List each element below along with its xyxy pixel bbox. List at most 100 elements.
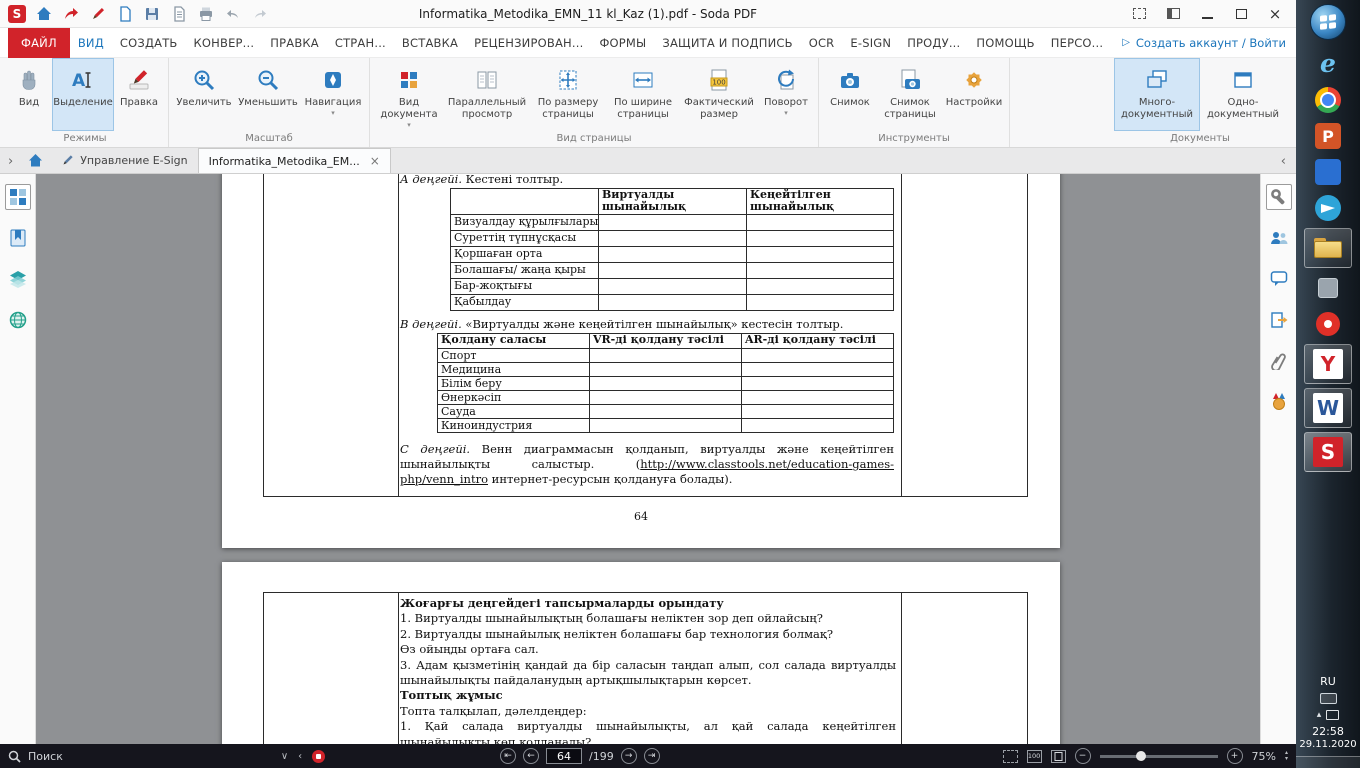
menu-create[interactable]: СОЗДАТЬ bbox=[112, 28, 186, 58]
attachments-panel-button[interactable] bbox=[1266, 348, 1292, 374]
fit-page-icon[interactable] bbox=[1051, 750, 1066, 763]
network-icon[interactable] bbox=[1326, 710, 1339, 720]
start-button[interactable] bbox=[1310, 4, 1346, 40]
actual-size-icon[interactable]: 100 bbox=[1027, 750, 1042, 763]
new-document-icon[interactable] bbox=[116, 5, 134, 23]
tools-panel-button[interactable] bbox=[1266, 184, 1292, 210]
page-snapshot-button[interactable]: Снимок страницы bbox=[877, 58, 943, 131]
minimize-button[interactable] bbox=[1200, 7, 1214, 21]
zoom-out-button[interactable]: − bbox=[1075, 748, 1091, 764]
maximize-button[interactable] bbox=[1234, 7, 1248, 21]
keyboard-icon[interactable] bbox=[1320, 693, 1337, 704]
word-button[interactable]: W bbox=[1304, 388, 1352, 428]
telegram-icon[interactable] bbox=[1313, 193, 1343, 223]
pen-icon[interactable] bbox=[89, 5, 107, 23]
fullscreen-mode-icon[interactable] bbox=[1003, 750, 1018, 763]
powerpoint-icon[interactable]: P bbox=[1313, 121, 1343, 151]
fullscreen-icon[interactable] bbox=[1132, 7, 1146, 21]
save-icon[interactable] bbox=[143, 5, 161, 23]
panel-toggle-icon[interactable] bbox=[1166, 7, 1180, 21]
clock-time[interactable]: 22:58 bbox=[1312, 725, 1344, 738]
tray-expand-icon[interactable]: ▴ bbox=[1317, 710, 1322, 720]
next-page-button[interactable]: → bbox=[621, 748, 637, 764]
zoom-slider-thumb[interactable] bbox=[1136, 751, 1146, 761]
settings-button[interactable]: Настройки bbox=[943, 58, 1005, 131]
menu-pages[interactable]: СТРАН... bbox=[327, 28, 394, 58]
zoom-in-button[interactable]: Увеличить bbox=[173, 58, 235, 131]
menu-edit[interactable]: ПРАВКА bbox=[262, 28, 327, 58]
internet-explorer-icon[interactable]: e bbox=[1313, 49, 1343, 79]
menu-forms[interactable]: ФОРМЫ bbox=[591, 28, 654, 58]
menu-review[interactable]: РЕЦЕНЗИРОВАН... bbox=[466, 28, 591, 58]
previous-page-button[interactable]: ← bbox=[523, 748, 539, 764]
menu-file[interactable]: ФАЙЛ bbox=[8, 28, 70, 58]
blue-app-icon[interactable] bbox=[1313, 157, 1343, 187]
soda-pdf-logo[interactable]: S bbox=[8, 5, 26, 23]
first-page-button[interactable]: ⇤ bbox=[500, 748, 516, 764]
menu-secure-sign[interactable]: ЗАЩИТА И ПОДПИСЬ bbox=[654, 28, 800, 58]
chevron-down-icon[interactable]: ∨ bbox=[281, 751, 288, 762]
create-account-link[interactable]: ▷ Создать аккаунт / Войти bbox=[1122, 36, 1296, 50]
chevron-left-icon[interactable]: ‹ bbox=[298, 751, 302, 762]
redo-icon[interactable] bbox=[251, 5, 269, 23]
share-people-button[interactable] bbox=[1266, 225, 1292, 251]
show-desktop-button[interactable] bbox=[1296, 756, 1360, 768]
tab-informatika-pdf[interactable]: Informatika_Metodika_EM... × bbox=[198, 148, 391, 173]
zoom-in-button[interactable]: + bbox=[1227, 748, 1243, 764]
menu-insert[interactable]: ВСТАВКА bbox=[394, 28, 466, 58]
bookmarks-panel-button[interactable] bbox=[5, 225, 31, 251]
chrome-icon[interactable] bbox=[1313, 85, 1343, 115]
menu-ocr[interactable]: OCR bbox=[801, 28, 843, 58]
document-viewport[interactable]: А деңгейі. Кестені толтыр. Виртуалды шын… bbox=[36, 174, 1260, 744]
yandex-browser-button[interactable]: Y bbox=[1304, 344, 1352, 384]
gray-app-icon[interactable] bbox=[1313, 273, 1343, 303]
layers-panel-button[interactable] bbox=[5, 266, 31, 292]
document-view-button[interactable]: Вид документа ▾ bbox=[374, 58, 444, 131]
parallel-view-button[interactable]: Параллельный просмотр bbox=[444, 58, 530, 131]
menu-products[interactable]: ПРОДУ... bbox=[899, 28, 968, 58]
snapshot-button[interactable]: Снимок bbox=[823, 58, 877, 131]
close-button[interactable]: × bbox=[1268, 7, 1282, 21]
language-indicator[interactable]: RU bbox=[1320, 675, 1336, 688]
soda-online-badge-icon[interactable] bbox=[312, 750, 325, 763]
award-panel-button[interactable] bbox=[1266, 389, 1292, 415]
chevron-left-icon[interactable]: ‹ bbox=[1277, 154, 1290, 173]
menu-esign[interactable]: E-SIGN bbox=[842, 28, 899, 58]
red-round-app-icon[interactable] bbox=[1313, 309, 1343, 339]
fit-width-button[interactable]: По ширине страницы bbox=[606, 58, 680, 131]
last-page-button[interactable]: ⇥ bbox=[644, 748, 660, 764]
zoom-out-button[interactable]: Уменьшить bbox=[235, 58, 301, 131]
soda-pdf-taskbar-button[interactable]: S bbox=[1304, 432, 1352, 472]
print-icon[interactable] bbox=[197, 5, 215, 23]
menu-personalize[interactable]: ПЕРСО... bbox=[1043, 28, 1112, 58]
menu-view[interactable]: ВИД bbox=[70, 28, 112, 58]
home-tab[interactable] bbox=[19, 148, 51, 173]
tab-close-icon[interactable]: × bbox=[370, 154, 380, 168]
actual-size-button[interactable]: 100 Фактический размер bbox=[680, 58, 758, 131]
clock-date[interactable]: 29.11.2020 bbox=[1299, 739, 1356, 750]
thumbnails-panel-button[interactable] bbox=[5, 184, 31, 210]
rotate-button[interactable]: Поворот ▾ bbox=[758, 58, 814, 131]
web-panel-button[interactable] bbox=[5, 307, 31, 333]
share-arrow-icon[interactable] bbox=[62, 5, 80, 23]
edit-mode-button[interactable]: Правка bbox=[114, 58, 164, 131]
single-document-button[interactable]: Одно-документный bbox=[1200, 58, 1286, 131]
search-control[interactable]: Поиск bbox=[8, 750, 63, 763]
comments-panel-button[interactable] bbox=[1266, 266, 1292, 292]
tab-esign-management[interactable]: Управление E-Sign bbox=[51, 148, 197, 173]
home-icon[interactable] bbox=[35, 5, 53, 23]
statusbar-expand-icon[interactable]: ▴ ▾ bbox=[1285, 750, 1288, 762]
navigation-button[interactable]: Навигация ▾ bbox=[301, 58, 365, 131]
select-text-button[interactable]: A Выделение bbox=[52, 58, 114, 131]
fit-page-button[interactable]: По размеру страницы bbox=[530, 58, 606, 131]
page-number-input[interactable] bbox=[546, 748, 582, 764]
export-page-button[interactable] bbox=[1266, 307, 1292, 333]
explorer-folder-button[interactable] bbox=[1304, 228, 1352, 268]
undo-icon[interactable] bbox=[224, 5, 242, 23]
menu-help[interactable]: ПОМОЩЬ bbox=[968, 28, 1042, 58]
menu-convert[interactable]: КОНВЕР... bbox=[186, 28, 263, 58]
zoom-slider[interactable] bbox=[1100, 755, 1218, 758]
multi-document-button[interactable]: Много-документный bbox=[1114, 58, 1200, 131]
chevron-right-icon[interactable]: › bbox=[6, 154, 19, 173]
document-icon[interactable] bbox=[170, 5, 188, 23]
